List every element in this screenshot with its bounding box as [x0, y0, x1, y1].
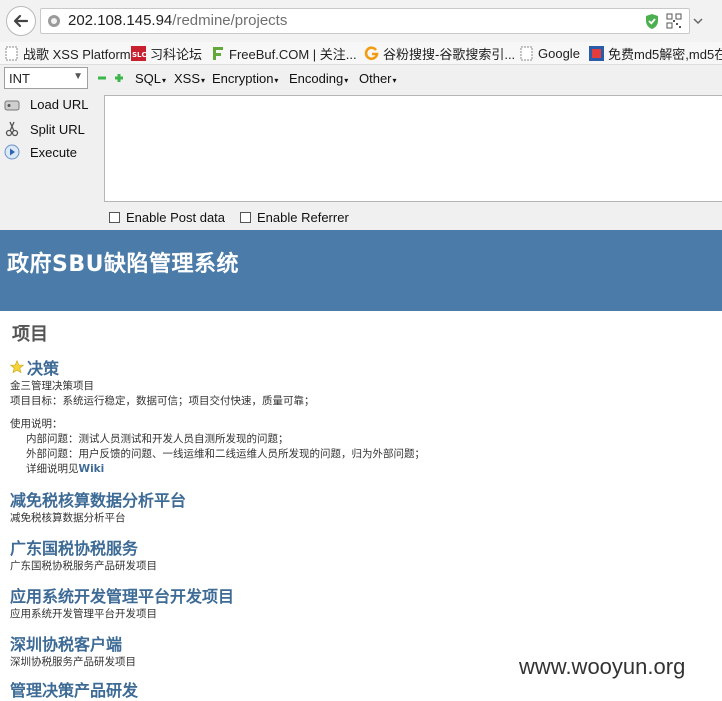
url-bar[interactable]: 202.108.145.94/redmine/projects — [40, 8, 703, 34]
wiki-link[interactable]: Wiki — [79, 463, 105, 475]
menu-encryption[interactable]: Encryption▾ — [212, 71, 278, 86]
page-icon — [4, 46, 19, 61]
chevron-down-icon: ▼ — [73, 71, 83, 82]
bookmark-gufen[interactable]: 谷粉搜搜-谷歌搜索引... — [364, 44, 515, 62]
menu-sql[interactable]: SQL▾ — [135, 71, 166, 86]
bookmark-xike[interactable]: SLC 习科论坛 — [131, 44, 202, 62]
slc-logo-icon: SLC — [131, 45, 147, 61]
freebuf-f-icon — [210, 46, 225, 61]
load-url-icon — [4, 100, 20, 110]
svg-text:SLC: SLC — [132, 51, 146, 59]
play-icon — [4, 144, 20, 160]
enable-post-checkbox[interactable]: Enable Post data — [109, 210, 225, 225]
minus-icon[interactable] — [98, 74, 106, 82]
project-item: 决策 金三管理决策项目 项目目标：系统运行稳定，数据可信；项目交付快速，质量可靠… — [10, 355, 315, 409]
load-url-button[interactable]: Load URL — [4, 97, 89, 112]
menu-xss[interactable]: XSS▾ — [174, 71, 205, 86]
menu-encoding[interactable]: Encoding▾ — [289, 71, 348, 86]
site-title[interactable]: 政府SBU缺陷管理系统 — [7, 246, 239, 278]
watermark: www.wooyun.org — [515, 652, 690, 682]
dropdown-arrow-icon[interactable] — [691, 13, 705, 29]
scissors-icon — [5, 121, 19, 137]
plus-icon[interactable] — [115, 74, 123, 82]
back-arrow-icon — [13, 14, 29, 28]
md5-icon — [589, 45, 604, 61]
project-link[interactable]: 应用系统开发管理平台开发项目 — [10, 583, 234, 607]
execute-button[interactable]: Execute — [4, 144, 77, 160]
site-header: 政府SBU缺陷管理系统 — [0, 230, 722, 311]
project-item: 管理决策产品研发 — [10, 677, 138, 701]
back-button[interactable] — [6, 6, 36, 36]
usage-notes: 使用说明： 内部问题：测试人员测试和开发人员自测所发现的问题； 外部问题：用户反… — [10, 418, 425, 475]
bookmark-md5[interactable]: 免费md5解密,md5在 — [589, 44, 722, 62]
qr-code-icon[interactable] — [666, 13, 682, 29]
menu-other[interactable]: Other▾ — [359, 71, 397, 86]
shield-icon[interactable] — [644, 13, 660, 30]
page-icon — [519, 46, 534, 61]
browser-toolbar: 202.108.145.94/redmine/projects — [0, 0, 722, 43]
split-url-button[interactable]: Split URL — [4, 121, 85, 137]
bookmarks-bar: 战歌 XSS Platform SLC 习科论坛 FreeBuf.COM | 关… — [0, 42, 722, 65]
project-item: 应用系统开发管理平台开发项目 应用系统开发管理平台开发项目 — [10, 583, 234, 622]
site-info-icon[interactable] — [47, 14, 61, 28]
url-text[interactable]: 202.108.145.94/redmine/projects — [68, 12, 287, 29]
project-item: 减免税核算数据分析平台 减免税核算数据分析平台 — [10, 487, 186, 526]
bookmark-xss-platform[interactable]: 战歌 XSS Platform — [4, 44, 131, 62]
project-link[interactable]: 管理决策产品研发 — [10, 677, 138, 701]
project-link[interactable]: 广东国税协税服务 — [10, 535, 157, 559]
enable-referrer-checkbox[interactable]: Enable Referrer — [240, 210, 349, 225]
page-title: 项目 — [12, 324, 48, 345]
bookmark-freebuf[interactable]: FreeBuf.COM | 关注... — [210, 44, 357, 62]
project-link[interactable]: 决策 — [10, 355, 315, 379]
project-item: 广东国税协税服务 广东国税协税服务产品研发项目 — [10, 535, 157, 574]
project-link[interactable]: 深圳协税客户端 — [10, 631, 136, 655]
url-textarea[interactable] — [104, 95, 722, 202]
project-item: 深圳协税客户端 深圳协税服务产品研发项目 — [10, 631, 136, 670]
type-select[interactable]: INT ▼ — [4, 67, 88, 89]
g-logo-icon — [364, 45, 379, 61]
hackbar-panel: INT ▼ SQL▾ XSS▾ Encryption▾ Encoding▾ Ot… — [0, 65, 722, 230]
bookmark-google[interactable]: Google — [519, 44, 580, 62]
project-link[interactable]: 减免税核算数据分析平台 — [10, 487, 186, 511]
star-icon — [10, 360, 24, 374]
